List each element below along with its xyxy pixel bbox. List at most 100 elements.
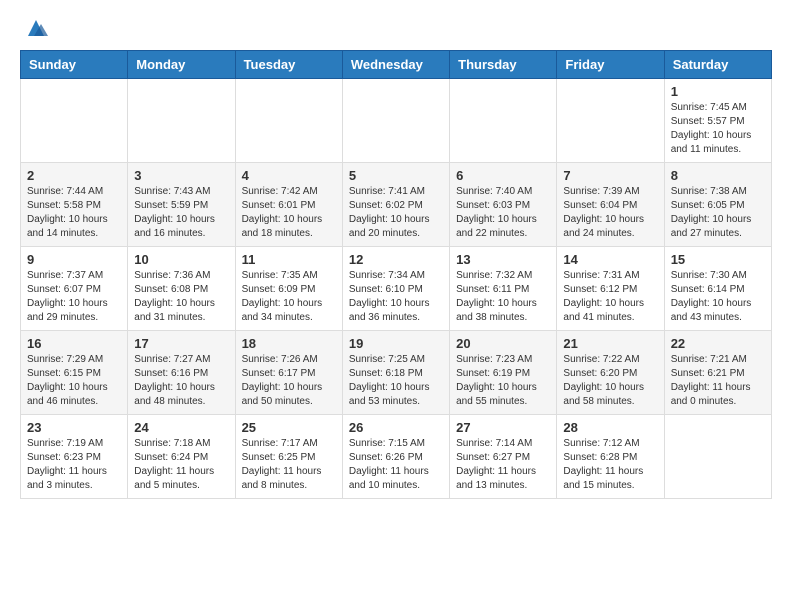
- day-info: Sunrise: 7:42 AM Sunset: 6:01 PM Dayligh…: [242, 185, 336, 241]
- calendar-cell: 20 Sunrise: 7:23 AM Sunset: 6:19 PM Dayli…: [450, 331, 557, 415]
- logo-icon: [24, 16, 48, 40]
- day-info: Sunrise: 7:27 AM Sunset: 6:16 PM Dayligh…: [134, 353, 228, 409]
- calendar-header-friday: Friday: [557, 51, 664, 79]
- page-header: [20, 20, 772, 40]
- day-info: Sunrise: 7:25 AM Sunset: 6:18 PM Dayligh…: [349, 353, 443, 409]
- calendar-week-row: 9Sunrise: 7:37 AM Sunset: 6:07 PM Daylig…: [21, 247, 772, 331]
- day-info: Sunrise: 7:21 AM Sunset: 6:21 PM Dayligh…: [671, 353, 765, 409]
- calendar-header-thursday: Thursday: [450, 51, 557, 79]
- day-number: 27: [456, 420, 550, 435]
- calendar-cell: 25Sunrise: 7:17 AM Sunset: 6:25 PM Dayli…: [235, 415, 342, 499]
- calendar-header-row: SundayMondayTuesdayWednesdayThursdayFrid…: [21, 51, 772, 79]
- day-number: 18: [242, 336, 336, 351]
- day-number: 16: [27, 336, 121, 351]
- day-number: 1: [671, 84, 765, 99]
- day-number: 28: [563, 420, 657, 435]
- calendar-header-wednesday: Wednesday: [342, 51, 449, 79]
- calendar-cell: [128, 79, 235, 163]
- calendar-header-tuesday: Tuesday: [235, 51, 342, 79]
- calendar-cell: [235, 79, 342, 163]
- calendar-header-sunday: Sunday: [21, 51, 128, 79]
- day-number: 3: [134, 168, 228, 183]
- calendar-week-row: 1 Sunrise: 7:45 AM Sunset: 5:57 PM Daylig…: [21, 79, 772, 163]
- day-info: Sunrise: 7:39 AM Sunset: 6:04 PM Dayligh…: [563, 185, 657, 241]
- day-info: Sunrise: 7:26 AM Sunset: 6:17 PM Dayligh…: [242, 353, 336, 409]
- calendar-header-saturday: Saturday: [664, 51, 771, 79]
- calendar-cell: 5 Sunrise: 7:41 AM Sunset: 6:02 PM Daylig…: [342, 163, 449, 247]
- calendar-cell: 16Sunrise: 7:29 AM Sunset: 6:15 PM Dayli…: [21, 331, 128, 415]
- day-number: 15: [671, 252, 765, 267]
- day-number: 22: [671, 336, 765, 351]
- day-number: 17: [134, 336, 228, 351]
- calendar-cell: 28 Sunrise: 7:12 AM Sunset: 6:28 PM Dayli…: [557, 415, 664, 499]
- calendar-cell: 4 Sunrise: 7:42 AM Sunset: 6:01 PM Daylig…: [235, 163, 342, 247]
- day-info: Sunrise: 7:45 AM Sunset: 5:57 PM Dayligh…: [671, 101, 765, 157]
- calendar-cell: 26 Sunrise: 7:15 AM Sunset: 6:26 PM Dayli…: [342, 415, 449, 499]
- day-number: 11: [242, 252, 336, 267]
- calendar-cell: 11 Sunrise: 7:35 AM Sunset: 6:09 PM Dayli…: [235, 247, 342, 331]
- day-info: Sunrise: 7:44 AM Sunset: 5:58 PM Dayligh…: [27, 185, 121, 241]
- calendar-cell: 17 Sunrise: 7:27 AM Sunset: 6:16 PM Dayli…: [128, 331, 235, 415]
- day-info: Sunrise: 7:22 AM Sunset: 6:20 PM Dayligh…: [563, 353, 657, 409]
- day-info: Sunrise: 7:32 AM Sunset: 6:11 PM Dayligh…: [456, 269, 550, 325]
- calendar-cell: 8 Sunrise: 7:38 AM Sunset: 6:05 PM Daylig…: [664, 163, 771, 247]
- logo: [20, 20, 48, 40]
- day-number: 12: [349, 252, 443, 267]
- day-number: 25: [242, 420, 336, 435]
- day-number: 4: [242, 168, 336, 183]
- day-number: 8: [671, 168, 765, 183]
- day-info: Sunrise: 7:18 AM Sunset: 6:24 PM Dayligh…: [134, 437, 228, 493]
- day-info: Sunrise: 7:36 AM Sunset: 6:08 PM Dayligh…: [134, 269, 228, 325]
- calendar-cell: 18 Sunrise: 7:26 AM Sunset: 6:17 PM Dayli…: [235, 331, 342, 415]
- calendar-cell: 21 Sunrise: 7:22 AM Sunset: 6:20 PM Dayli…: [557, 331, 664, 415]
- calendar-cell: 6 Sunrise: 7:40 AM Sunset: 6:03 PM Daylig…: [450, 163, 557, 247]
- calendar-cell: 2Sunrise: 7:44 AM Sunset: 5:58 PM Daylig…: [21, 163, 128, 247]
- day-info: Sunrise: 7:35 AM Sunset: 6:09 PM Dayligh…: [242, 269, 336, 325]
- day-info: Sunrise: 7:23 AM Sunset: 6:19 PM Dayligh…: [456, 353, 550, 409]
- day-number: 26: [349, 420, 443, 435]
- calendar-cell: [21, 79, 128, 163]
- day-info: Sunrise: 7:15 AM Sunset: 6:26 PM Dayligh…: [349, 437, 443, 493]
- calendar-header-monday: Monday: [128, 51, 235, 79]
- calendar-cell: 13 Sunrise: 7:32 AM Sunset: 6:11 PM Dayli…: [450, 247, 557, 331]
- day-info: Sunrise: 7:31 AM Sunset: 6:12 PM Dayligh…: [563, 269, 657, 325]
- day-number: 21: [563, 336, 657, 351]
- calendar-cell: 1 Sunrise: 7:45 AM Sunset: 5:57 PM Daylig…: [664, 79, 771, 163]
- day-number: 6: [456, 168, 550, 183]
- day-number: 23: [27, 420, 121, 435]
- day-number: 5: [349, 168, 443, 183]
- day-number: 13: [456, 252, 550, 267]
- day-info: Sunrise: 7:12 AM Sunset: 6:28 PM Dayligh…: [563, 437, 657, 493]
- day-info: Sunrise: 7:37 AM Sunset: 6:07 PM Dayligh…: [27, 269, 121, 325]
- day-number: 24: [134, 420, 228, 435]
- calendar-cell: 27 Sunrise: 7:14 AM Sunset: 6:27 PM Dayli…: [450, 415, 557, 499]
- calendar-cell: 22 Sunrise: 7:21 AM Sunset: 6:21 PM Dayli…: [664, 331, 771, 415]
- calendar-cell: 23 Sunrise: 7:19 AM Sunset: 6:23 PM Dayli…: [21, 415, 128, 499]
- calendar-cell: 9Sunrise: 7:37 AM Sunset: 6:07 PM Daylig…: [21, 247, 128, 331]
- day-info: Sunrise: 7:19 AM Sunset: 6:23 PM Dayligh…: [27, 437, 121, 493]
- day-info: Sunrise: 7:38 AM Sunset: 6:05 PM Dayligh…: [671, 185, 765, 241]
- day-number: 19: [349, 336, 443, 351]
- calendar-cell: 14 Sunrise: 7:31 AM Sunset: 6:12 PM Dayli…: [557, 247, 664, 331]
- day-info: Sunrise: 7:40 AM Sunset: 6:03 PM Dayligh…: [456, 185, 550, 241]
- calendar-week-row: 2Sunrise: 7:44 AM Sunset: 5:58 PM Daylig…: [21, 163, 772, 247]
- calendar-cell: 15 Sunrise: 7:30 AM Sunset: 6:14 PM Dayli…: [664, 247, 771, 331]
- day-info: Sunrise: 7:30 AM Sunset: 6:14 PM Dayligh…: [671, 269, 765, 325]
- calendar-cell: [450, 79, 557, 163]
- day-number: 20: [456, 336, 550, 351]
- day-info: Sunrise: 7:41 AM Sunset: 6:02 PM Dayligh…: [349, 185, 443, 241]
- calendar-cell: 24 Sunrise: 7:18 AM Sunset: 6:24 PM Dayli…: [128, 415, 235, 499]
- calendar-cell: 12 Sunrise: 7:34 AM Sunset: 6:10 PM Dayli…: [342, 247, 449, 331]
- calendar-cell: [557, 79, 664, 163]
- day-number: 10: [134, 252, 228, 267]
- day-number: 14: [563, 252, 657, 267]
- calendar-week-row: 23 Sunrise: 7:19 AM Sunset: 6:23 PM Dayli…: [21, 415, 772, 499]
- calendar-cell: [342, 79, 449, 163]
- calendar-week-row: 16Sunrise: 7:29 AM Sunset: 6:15 PM Dayli…: [21, 331, 772, 415]
- day-info: Sunrise: 7:34 AM Sunset: 6:10 PM Dayligh…: [349, 269, 443, 325]
- calendar-cell: 7 Sunrise: 7:39 AM Sunset: 6:04 PM Daylig…: [557, 163, 664, 247]
- calendar-cell: 3Sunrise: 7:43 AM Sunset: 5:59 PM Daylig…: [128, 163, 235, 247]
- day-number: 7: [563, 168, 657, 183]
- day-info: Sunrise: 7:14 AM Sunset: 6:27 PM Dayligh…: [456, 437, 550, 493]
- calendar-cell: 10 Sunrise: 7:36 AM Sunset: 6:08 PM Dayli…: [128, 247, 235, 331]
